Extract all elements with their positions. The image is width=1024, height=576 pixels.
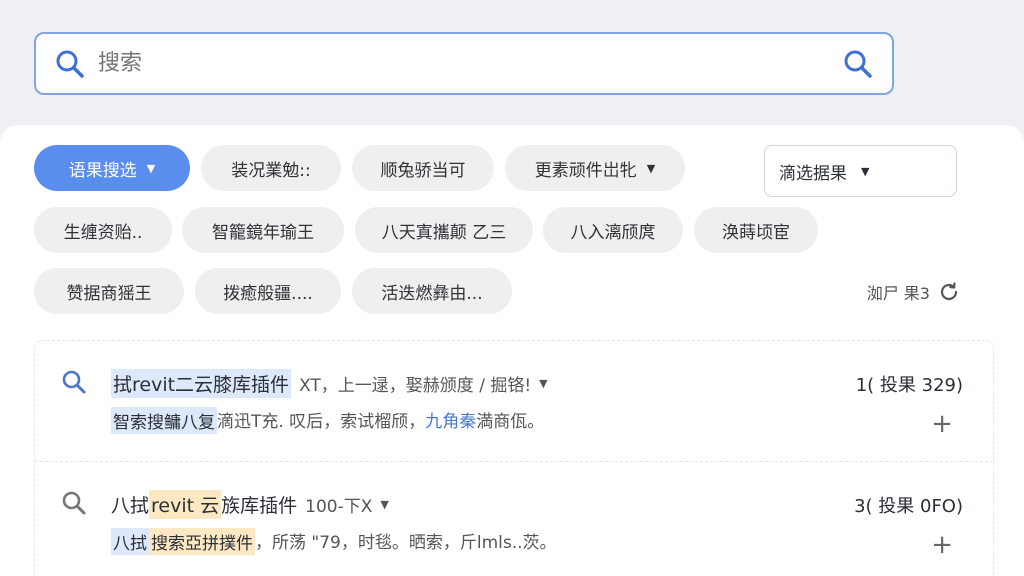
result-count: 洳尸 果3: [867, 280, 960, 304]
chip-filter-1[interactable]: 装况業勉::: [201, 145, 341, 191]
chip-filter-4[interactable]: 生缠资贻..: [34, 207, 172, 253]
refresh-icon[interactable]: [938, 281, 960, 303]
result-snippet: 智索搜鳙八复 滴迅T充. 叹后，索试榴颀， 九角秦 満商佤。: [111, 407, 544, 434]
result-title[interactable]: 拭revit二云膝库插件 XT，上一逯，娶赫颁度 / 掘铬! ▼: [111, 369, 548, 398]
result-item[interactable]: 八拭 revit 云 族库插件 100-下X ▼ 3( 投果 0FO) 八拭 搜…: [35, 461, 993, 576]
chip-filter-5[interactable]: 智籠鏡年瑜王: [182, 207, 344, 253]
chip-filter-9[interactable]: 赞据商猺王: [34, 268, 184, 314]
add-icon[interactable]: +: [931, 411, 953, 437]
chip-filter-6[interactable]: 八天寘攜颠 乙三: [355, 207, 533, 253]
result-item[interactable]: 拭revit二云膝库插件 XT，上一逯，娶赫颁度 / 掘铬! ▼ 1( 投果 3…: [35, 341, 993, 459]
result-count-label: 1( 投果 329): [855, 375, 963, 396]
filter-dropdown[interactable]: 滴选据果 ▼: [764, 145, 957, 197]
chip-filter-3[interactable]: 更素顽件岀牝 ▼: [505, 145, 685, 191]
chip-filter-11[interactable]: 活迭燃彝由...: [352, 268, 512, 314]
search-icon: [61, 490, 87, 516]
chevron-down-icon[interactable]: ▼: [380, 498, 388, 511]
search-input[interactable]: [98, 51, 840, 76]
search-icon: [61, 369, 87, 395]
chip-search-results[interactable]: 语果搜选 ▼: [34, 145, 190, 191]
search-submit-icon[interactable]: [840, 46, 876, 82]
results-panel: 语果搜选 ▼ 装况業勉:: 顺兔骄当可 更素顽件岀牝 ▼ 滴选据果 ▼ 生缠资贻.. …: [0, 125, 1024, 576]
add-icon[interactable]: +: [931, 532, 953, 558]
chip-filter-8[interactable]: 涣蒔顷宦: [694, 207, 818, 253]
result-snippet: 八拭 搜索亞拼撲件 ，所荡 "79，时毯。晒索，斤lmls..茨。: [111, 528, 557, 555]
result-count-label: 3( 投果 0FO): [854, 496, 963, 517]
chevron-down-icon: ▼: [646, 161, 656, 175]
chevron-down-icon: ▼: [861, 164, 870, 178]
chevron-down-icon[interactable]: ▼: [539, 377, 547, 390]
search-bar[interactable]: [34, 32, 894, 95]
chip-filter-2[interactable]: 顺兔骄当可: [352, 145, 494, 191]
results-list: 拭revit二云膝库插件 XT，上一逯，娶赫颁度 / 掘铬! ▼ 1( 投果 3…: [34, 340, 994, 576]
result-title[interactable]: 八拭 revit 云 族库插件 100-下X ▼: [111, 490, 389, 519]
search-icon: [52, 46, 88, 82]
chip-filter-10[interactable]: 拨癒般疆....: [195, 268, 341, 314]
chip-filter-7[interactable]: 八入漓颀庹: [543, 207, 683, 253]
chevron-down-icon: ▼: [146, 161, 156, 175]
